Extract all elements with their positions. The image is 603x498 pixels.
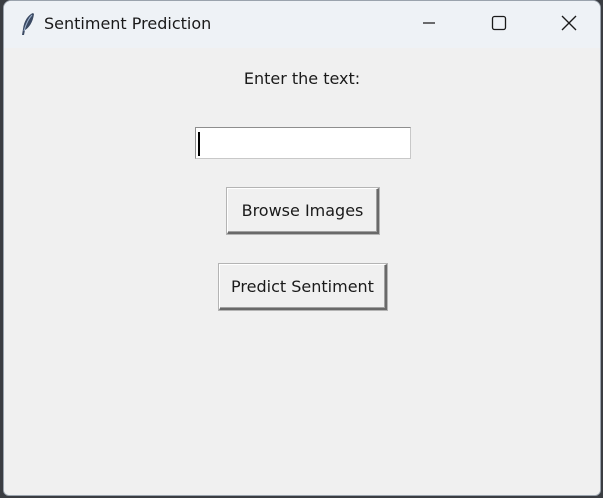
minimize-button[interactable] — [394, 1, 464, 48]
main-content: Enter the text: Browse Images Predict Se… — [4, 48, 600, 495]
feather-icon — [19, 12, 37, 36]
minimize-icon — [421, 15, 437, 35]
maximize-button[interactable] — [464, 1, 534, 48]
app-window: Sentiment Prediction Enter the text: Bro… — [3, 0, 601, 496]
close-icon — [561, 15, 577, 35]
window-title: Sentiment Prediction — [44, 14, 212, 33]
text-input[interactable] — [195, 127, 411, 159]
close-button[interactable] — [534, 1, 600, 48]
title-bar[interactable]: Sentiment Prediction — [4, 1, 600, 48]
prompt-label: Enter the text: — [243, 69, 361, 88]
maximize-icon — [491, 15, 507, 35]
browse-images-button[interactable]: Browse Images — [227, 188, 379, 234]
predict-sentiment-button[interactable]: Predict Sentiment — [219, 264, 387, 310]
